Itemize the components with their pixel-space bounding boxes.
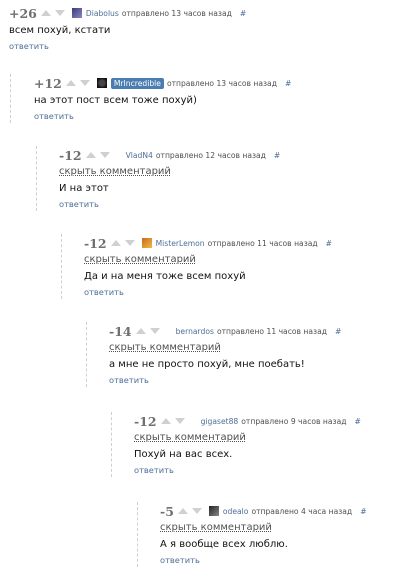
- comment-time: отправлено 11 часов назад: [207, 238, 318, 248]
- comment-permalink[interactable]: #: [354, 417, 360, 426]
- comment-permalink[interactable]: #: [274, 151, 280, 160]
- author-link[interactable]: odealo: [223, 507, 249, 516]
- comment-text: всем похуй, кстати: [9, 25, 111, 36]
- thread-line: [10, 74, 11, 123]
- reply-link[interactable]: ответить: [134, 463, 400, 477]
- reply-link[interactable]: ответить: [34, 109, 400, 123]
- comment-permalink[interactable]: #: [285, 79, 291, 88]
- upvote-icon[interactable]: [177, 508, 188, 514]
- author-link[interactable]: MisterLemon: [156, 239, 205, 248]
- comment-score: -12: [84, 235, 107, 251]
- comment-3: -12 MisterLemon отправлено 11 часов наза…: [61, 234, 400, 299]
- comment-time: отправлено 13 часов назад: [121, 8, 232, 18]
- author-link[interactable]: Diabolus: [86, 9, 119, 18]
- author-link[interactable]: MrIncredible: [110, 77, 164, 89]
- downvote-icon[interactable]: [54, 10, 65, 16]
- comment-permalink[interactable]: #: [240, 9, 246, 18]
- thread-line: [111, 412, 112, 477]
- upvote-icon[interactable]: [110, 240, 121, 246]
- downvote-icon[interactable]: [174, 418, 185, 424]
- avatar[interactable]: [96, 78, 107, 88]
- comment-2: -12 VladN4 отправлено 12 часов назад # с…: [36, 146, 400, 211]
- comment-score: -12: [134, 413, 157, 429]
- upvote-icon[interactable]: [65, 80, 76, 86]
- reply-link[interactable]: ответить: [9, 39, 400, 53]
- comment-time: отправлено 11 часов назад: [216, 326, 327, 336]
- upvote-icon[interactable]: [85, 152, 96, 158]
- downvote-icon[interactable]: [191, 508, 202, 514]
- upvote-icon[interactable]: [135, 328, 146, 334]
- comment-text: А я вообще всех люблю.: [160, 539, 288, 550]
- comment-5: -12 gigaset88 отправлено 9 часов назад #…: [111, 412, 400, 477]
- comment-header: +12 MrIncredible отправлено 13 часов наз…: [34, 74, 400, 92]
- comment-permalink[interactable]: #: [360, 507, 366, 516]
- upvote-icon[interactable]: [160, 418, 171, 424]
- comment-score: +26: [9, 5, 37, 21]
- comment-1: +12 MrIncredible отправлено 13 часов наз…: [10, 74, 400, 123]
- upvote-icon[interactable]: [40, 10, 51, 16]
- author-link[interactable]: VladN4: [126, 151, 153, 160]
- comment-time: отправлено 13 часов назад: [166, 78, 277, 88]
- thread-line: [86, 322, 87, 387]
- avatar[interactable]: [141, 238, 152, 248]
- reply-link[interactable]: ответить: [84, 285, 400, 299]
- author-link[interactable]: gigaset88: [201, 417, 239, 426]
- downvote-icon[interactable]: [149, 328, 160, 334]
- comment-text: на этот пост всем тоже похуй): [34, 95, 197, 106]
- comment-time: отправлено 12 часов назад: [155, 150, 266, 160]
- comment-4: -14 bernardos отправлено 11 часов назад …: [86, 322, 400, 387]
- thread-line: [137, 502, 138, 567]
- comment-header: -14 bernardos отправлено 11 часов назад …: [109, 322, 400, 340]
- comment-permalink[interactable]: #: [326, 239, 332, 248]
- comment-score: -12: [59, 147, 82, 163]
- downvote-icon[interactable]: [79, 80, 90, 86]
- thread-line: [36, 146, 37, 211]
- comment-text: И на этот: [59, 183, 109, 194]
- comment-text: Похуй на вас всех.: [134, 449, 233, 460]
- avatar[interactable]: [208, 506, 219, 516]
- hide-comment-link[interactable]: скрыть комментарий: [109, 340, 400, 356]
- comment-text: Да и на меня тоже всем похуй: [84, 271, 246, 282]
- comment-header: -12 VladN4 отправлено 12 часов назад #: [59, 146, 400, 164]
- comment-score: -14: [109, 323, 132, 339]
- comment-header: -5 odealo отправлено 4 часа назад #: [160, 502, 400, 520]
- comment-time: отправлено 4 часа назад: [251, 506, 353, 516]
- hide-comment-link[interactable]: скрыть комментарий: [84, 252, 400, 268]
- hide-comment-link[interactable]: скрыть комментарий: [59, 164, 400, 180]
- comment-header: -12 gigaset88 отправлено 9 часов назад #: [134, 412, 400, 430]
- reply-link[interactable]: ответить: [59, 197, 400, 211]
- downvote-icon[interactable]: [124, 240, 135, 246]
- downvote-icon[interactable]: [99, 152, 110, 158]
- comment-header: -12 MisterLemon отправлено 11 часов наза…: [84, 234, 400, 252]
- comment-score: -5: [160, 503, 174, 519]
- comment-0: +26 Diabolus отправлено 13 часов назад #…: [9, 4, 400, 53]
- author-link[interactable]: bernardos: [176, 327, 214, 336]
- hide-comment-link[interactable]: скрыть комментарий: [160, 520, 400, 536]
- comment-6: -5 odealo отправлено 4 часа назад # скры…: [137, 502, 400, 567]
- thread-line: [61, 234, 62, 299]
- comment-text: а мне не просто похуй, мне поебать!: [109, 359, 305, 370]
- reply-link[interactable]: ответить: [109, 373, 400, 387]
- comment-permalink[interactable]: #: [335, 327, 341, 336]
- comment-header: +26 Diabolus отправлено 13 часов назад #: [9, 4, 400, 22]
- avatar[interactable]: [71, 8, 82, 18]
- comment-score: +12: [34, 75, 62, 91]
- hide-comment-link[interactable]: скрыть комментарий: [134, 430, 400, 446]
- reply-link[interactable]: ответить: [160, 553, 400, 567]
- comment-time: отправлено 9 часов назад: [241, 416, 347, 426]
